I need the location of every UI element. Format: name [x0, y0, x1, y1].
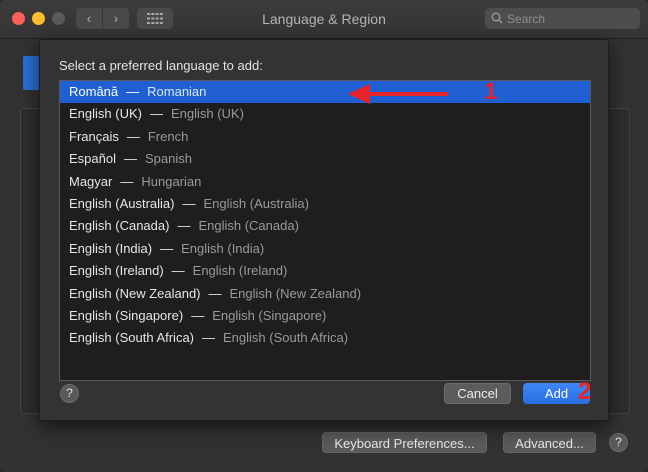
language-row[interactable]: English (Australia) — English (Australia) [60, 193, 590, 215]
language-row[interactable]: Français — French [60, 126, 590, 148]
language-native-name: English (Singapore) [69, 308, 184, 323]
help-button[interactable]: ? [609, 433, 628, 452]
language-native-name: Español [69, 151, 116, 167]
search-input[interactable] [507, 10, 632, 27]
advanced-button[interactable]: Advanced... [503, 432, 596, 453]
language-native-name: English (India) [69, 240, 153, 256]
language-english-name: Hungarian [141, 173, 202, 189]
keyboard-preferences-button[interactable]: Keyboard Preferences... [322, 432, 487, 453]
zoom-window-button[interactable] [52, 12, 65, 25]
language-native-name: English (New Zealand) [69, 285, 201, 301]
language-row-content: English (Singapore) — English (Singapore) [69, 305, 326, 327]
sheet-prompt: Select a preferred language to add: [59, 58, 263, 73]
language-english-name: French [147, 128, 189, 144]
add-language-sheet: Select a preferred language to add: Româ… [39, 39, 609, 421]
title-bar: ‹ › Language & Region [0, 0, 648, 39]
language-row-content: English (Ireland) — English (Ireland) [69, 260, 287, 282]
back-button[interactable]: ‹ [76, 8, 102, 29]
chevron-right-icon: › [113, 10, 119, 26]
language-separator: — [160, 240, 174, 256]
language-native-name: English (Canada) [69, 218, 170, 234]
language-row[interactable]: English (New Zealand) — English (New Zeala… [60, 283, 590, 305]
language-native-name: English (Ireland) [69, 263, 164, 279]
language-native-name: Magyar [69, 173, 113, 189]
sheet-help-button[interactable]: ? [60, 384, 79, 403]
language-row-content: English (UK) — English (UK) [69, 103, 244, 125]
language-native-name: English (UK) [69, 106, 142, 122]
language-english-name: Spanish [144, 151, 192, 167]
language-native-name: English (Australia) [69, 196, 175, 211]
search-field[interactable] [485, 8, 640, 29]
language-separator: — [149, 106, 163, 122]
language-separator: — [182, 196, 196, 211]
window-title: Language & Region [262, 11, 386, 27]
language-separator: — [208, 285, 222, 301]
show-all-button[interactable] [137, 8, 173, 29]
language-native-name: English (South Africa) [69, 330, 195, 346]
language-native-name: Română [69, 84, 119, 99]
language-row-content: Français — French [69, 126, 188, 148]
language-english-name: English (Canada) [198, 218, 299, 234]
language-english-name: English (South Africa) [223, 330, 349, 346]
language-separator: — [126, 84, 140, 99]
close-window-button[interactable] [12, 12, 25, 25]
language-row-content: English (Australia) — English (Australia) [69, 193, 309, 215]
language-list[interactable]: Română — Romanian English (UK) — English (UK)… [59, 80, 591, 381]
language-row[interactable]: English (Canada) — English (Canada) [60, 215, 590, 237]
preferences-window: ‹ › Language & Region Keyboard Prefere [0, 0, 648, 472]
language-row-content: Magyar — Hungarian [69, 171, 201, 193]
language-english-name: English (New Zealand) [229, 285, 362, 301]
search-icon [491, 12, 503, 24]
language-english-name: English (India) [181, 240, 265, 256]
language-row[interactable]: English (UK) — English (UK) [60, 103, 590, 125]
language-english-name: English (Singapore) [212, 308, 327, 323]
language-english-name: English (Australia) [203, 196, 310, 211]
language-separator: — [126, 128, 140, 144]
language-english-name: English (Ireland) [192, 263, 288, 279]
language-separator: — [177, 218, 191, 234]
language-row[interactable]: Español — Spanish [60, 148, 590, 170]
language-row-content: English (New Zealand) — English (New Zeala… [69, 283, 361, 305]
language-row[interactable]: English (Ireland) — English (Ireland) [60, 260, 590, 282]
language-row-content: English (India) — English (India) [69, 238, 264, 260]
cancel-button[interactable]: Cancel [444, 383, 511, 404]
language-separator: — [202, 330, 216, 346]
language-row-content: English (Canada) — English (Canada) [69, 215, 299, 237]
annotation-step-1: 1 [484, 78, 498, 105]
language-english-name: Romanian [147, 84, 207, 99]
language-row-content: Română — Romanian [69, 81, 206, 103]
grid-icon [147, 13, 163, 24]
language-separator: — [191, 308, 205, 323]
language-row[interactable]: English (Singapore) — English (Singapore) [60, 305, 590, 327]
language-row-content: English (South Africa) — English (South Af… [69, 327, 348, 349]
language-native-name: Français [69, 128, 119, 144]
minimize-window-button[interactable] [32, 12, 45, 25]
language-english-name: English (UK) [170, 106, 244, 122]
language-row[interactable]: English (India) — English (India) [60, 238, 590, 260]
language-row-content: Español — Spanish [69, 148, 192, 170]
language-row[interactable]: Română — Romanian [60, 81, 590, 103]
language-separator: — [171, 263, 185, 279]
language-separator: — [123, 151, 137, 167]
annotation-step-2: 2 [578, 378, 592, 405]
forward-button[interactable]: › [103, 8, 129, 29]
language-row[interactable]: Magyar — Hungarian [60, 171, 590, 193]
chevron-left-icon: ‹ [86, 10, 92, 26]
annotation-arrow-icon [348, 84, 448, 104]
language-row[interactable]: English (South Africa) — English (South Af… [60, 327, 590, 349]
language-separator: — [120, 173, 134, 189]
